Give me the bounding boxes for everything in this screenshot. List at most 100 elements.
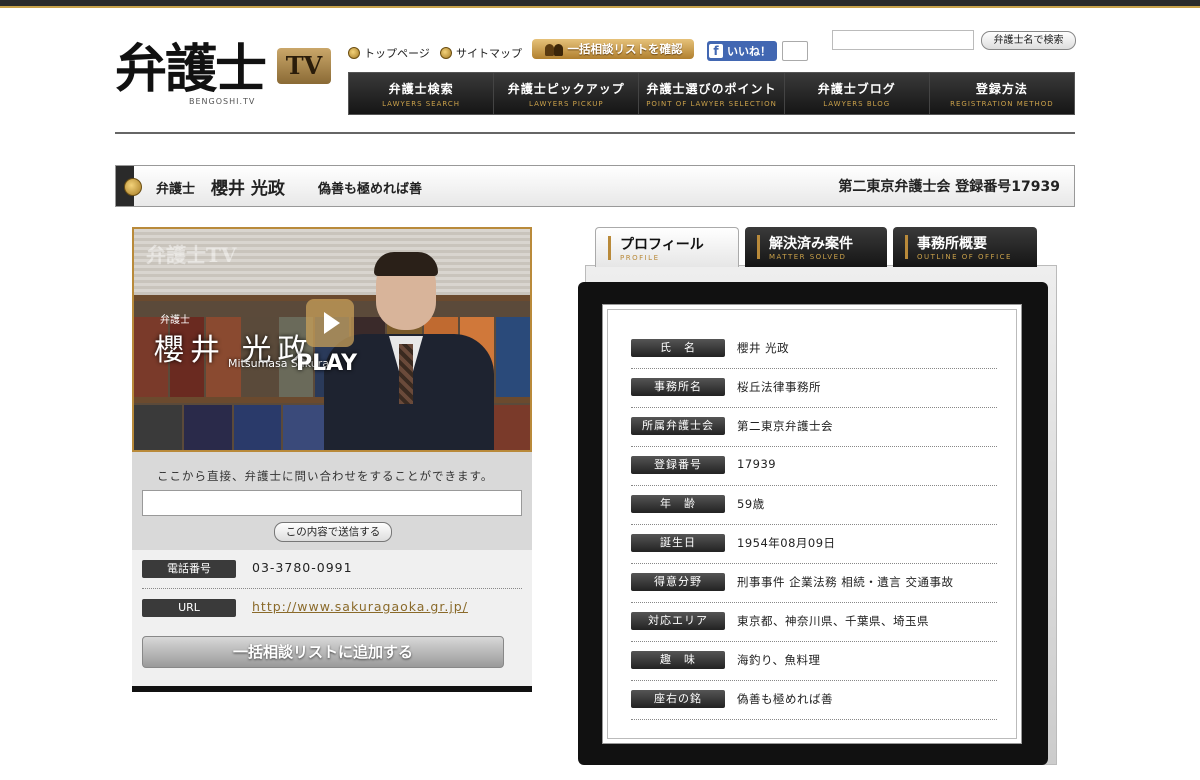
profile-row-area: 対応エリア 東京都、神奈川県、千葉県、埼玉県 <box>631 602 997 642</box>
facebook-like-count <box>782 41 808 61</box>
logo-tv-badge: TV <box>277 48 331 84</box>
tab-label: 事務所概要 <box>917 236 987 252</box>
facebook-like-label: いいね！ <box>727 45 771 58</box>
nav-point-of-selection[interactable]: 弁護士選びのポイント POINT OF LAWYER SELECTION <box>639 73 785 114</box>
coin-icon <box>348 47 360 59</box>
title-label: 弁護士 <box>156 182 196 197</box>
url-link[interactable]: http://www.sakuragaoka.gr.jp/ <box>252 599 468 614</box>
profile-value: 第二東京弁護士会 <box>737 419 833 433</box>
consult-list-label: 一括相談リストを確認 <box>567 42 683 56</box>
profile-row-birthday: 誕生日 1954年08月09日 <box>631 524 997 564</box>
profile-row-age: 年 齢 59歳 <box>631 485 997 525</box>
tab-accent <box>757 235 760 259</box>
nav-sublabel: POINT OF LAWYER SELECTION <box>646 100 777 108</box>
nav-label: 登録方法 <box>975 82 1028 96</box>
nav-lawyers-search[interactable]: 弁護士検索 LAWYERS SEARCH <box>349 73 495 114</box>
nav-sublabel: LAWYERS PICKUP <box>529 100 604 108</box>
site-logo[interactable]: 弁護士 TV BENGOSHI.TV <box>115 40 335 115</box>
lawyer-motto: 偽善も極めれば善 <box>318 182 423 197</box>
tab-accent <box>608 236 611 260</box>
people-icon <box>544 42 564 56</box>
profile-value: 偽善も極めれば善 <box>737 692 833 706</box>
nav-sublabel: LAWYERS SEARCH <box>382 100 461 108</box>
tab-sublabel: PROFILE <box>620 254 660 262</box>
left-panel-bottom <box>132 686 532 692</box>
tab-sublabel: OUTLINE OF OFFICE <box>917 253 1012 261</box>
play-label[interactable]: PLAY <box>296 351 357 376</box>
contact-info: 電話番号 03-3780-0991 URL http://www.sakurag… <box>132 550 532 686</box>
profile-value: 1954年08月09日 <box>737 536 836 550</box>
header-divider <box>115 132 1075 134</box>
profile-table: 氏 名 櫻井 光政 事務所名 桜丘法律事務所 所属弁護士会 第二東京弁護士会 登… <box>602 304 1022 744</box>
nav-label: 弁護士検索 <box>388 82 454 96</box>
sitemap-link[interactable]: サイトマップ <box>440 45 522 61</box>
coin-icon <box>440 47 452 59</box>
nav-lawyers-blog[interactable]: 弁護士ブログ LAWYERS BLOG <box>784 73 930 114</box>
profile-row-motto: 座右の銘 偽善も極めれば善 <box>631 680 997 720</box>
facebook-icon: f <box>709 44 723 58</box>
coin-icon <box>124 178 142 196</box>
profile-row-office: 事務所名 桜丘法律事務所 <box>631 368 997 408</box>
phone-label: 電話番号 <box>142 560 236 578</box>
nav-label: 弁護士ピックアップ <box>507 82 625 96</box>
lawyer-search-input[interactable] <box>832 30 974 50</box>
video-title-small: 弁護士 <box>160 315 190 326</box>
logo-text: 弁護士 <box>115 39 267 100</box>
profile-label: 趣 味 <box>631 651 725 669</box>
profile-label: 対応エリア <box>631 612 725 630</box>
top-page-link[interactable]: トップページ <box>348 45 430 61</box>
contact-message-input[interactable] <box>142 490 522 516</box>
add-to-consult-list-button[interactable]: 一括相談リストに追加する <box>142 636 504 668</box>
top-page-label: トップページ <box>364 47 430 60</box>
profile-label: 得意分野 <box>631 573 725 591</box>
registration-info: 第二東京弁護士会 登録番号17939 <box>838 179 1060 195</box>
profile-value: 17939 <box>737 457 777 471</box>
video-watermark: 弁護士TV <box>146 243 237 267</box>
lawyer-title-bar: 弁護士 櫻井 光政 偽善も極めれば善 第二東京弁護士会 登録番号17939 <box>115 165 1075 207</box>
nav-label: 弁護士選びのポイント <box>646 82 777 96</box>
contact-form: ここから直接、弁護士に問い合わせをすることができます。 この内容で送信する <box>132 452 532 550</box>
profile-value: 刑事事件 企業法務 相続・遺言 交通事故 <box>737 575 954 589</box>
lawyer-video[interactable]: 弁護士TV 弁護士 櫻井 光政 Mitsumasa Sakurai PLAY <box>132 227 532 452</box>
url-label: URL <box>142 599 236 617</box>
profile-label: 氏 名 <box>631 339 725 357</box>
profile-row-specialty: 得意分野 刑事事件 企業法務 相続・遺言 交通事故 <box>631 563 997 603</box>
tab-label: 解決済み案件 <box>769 236 853 252</box>
nav-sublabel: REGISTRATION METHOD <box>950 100 1054 108</box>
tab-office-outline[interactable]: 事務所概要 OUTLINE OF OFFICE <box>893 227 1037 267</box>
tab-sublabel: MATTER SOLVED <box>769 253 847 261</box>
profile-value: 海釣り、魚料理 <box>737 653 821 667</box>
main-nav: 弁護士検索 LAWYERS SEARCH 弁護士ピックアップ LAWYERS P… <box>348 72 1075 115</box>
nav-registration-method[interactable]: 登録方法 REGISTRATION METHOD <box>929 73 1075 114</box>
profile-value: 東京都、神奈川県、千葉県、埼玉県 <box>737 614 929 628</box>
logo-subtitle: BENGOSHI.TV <box>189 97 256 106</box>
top-border <box>0 0 1200 8</box>
nav-lawyers-pickup[interactable]: 弁護士ピックアップ LAWYERS PICKUP <box>494 73 640 114</box>
profile-value: 59歳 <box>737 497 765 511</box>
profile-label: 所属弁護士会 <box>631 417 725 435</box>
nav-sublabel: LAWYERS BLOG <box>823 100 891 108</box>
play-icon[interactable] <box>306 299 354 347</box>
tab-accent <box>905 235 908 259</box>
profile-value: 桜丘法律事務所 <box>737 380 821 394</box>
tab-label: プロフィール <box>620 237 704 253</box>
phone-value: 03-3780-0991 <box>252 560 353 575</box>
facebook-like-button[interactable]: f いいね！ <box>707 41 777 61</box>
profile-row-registration: 登録番号 17939 <box>631 446 997 486</box>
tab-matter-solved[interactable]: 解決済み案件 MATTER SOLVED <box>745 227 887 267</box>
info-divider <box>142 588 522 589</box>
profile-label: 座右の銘 <box>631 690 725 708</box>
sitemap-label: サイトマップ <box>456 47 522 60</box>
tab-profile[interactable]: プロフィール PROFILE <box>595 227 739 267</box>
profile-label: 事務所名 <box>631 378 725 396</box>
profile-label: 誕生日 <box>631 534 725 552</box>
contact-submit-button[interactable]: この内容で送信する <box>274 522 392 542</box>
lawyer-search-button[interactable]: 弁護士名で検索 <box>981 31 1076 50</box>
profile-label: 登録番号 <box>631 456 725 474</box>
profile-label: 年 齢 <box>631 495 725 513</box>
contact-instructions: ここから直接、弁護士に問い合わせをすることができます。 <box>157 469 494 483</box>
profile-panel: 氏 名 櫻井 光政 事務所名 桜丘法律事務所 所属弁護士会 第二東京弁護士会 登… <box>578 282 1048 765</box>
consult-list-button[interactable]: 一括相談リストを確認 <box>532 39 694 59</box>
profile-row-name: 氏 名 櫻井 光政 <box>631 329 997 369</box>
profile-row-hobby: 趣 味 海釣り、魚料理 <box>631 641 997 681</box>
